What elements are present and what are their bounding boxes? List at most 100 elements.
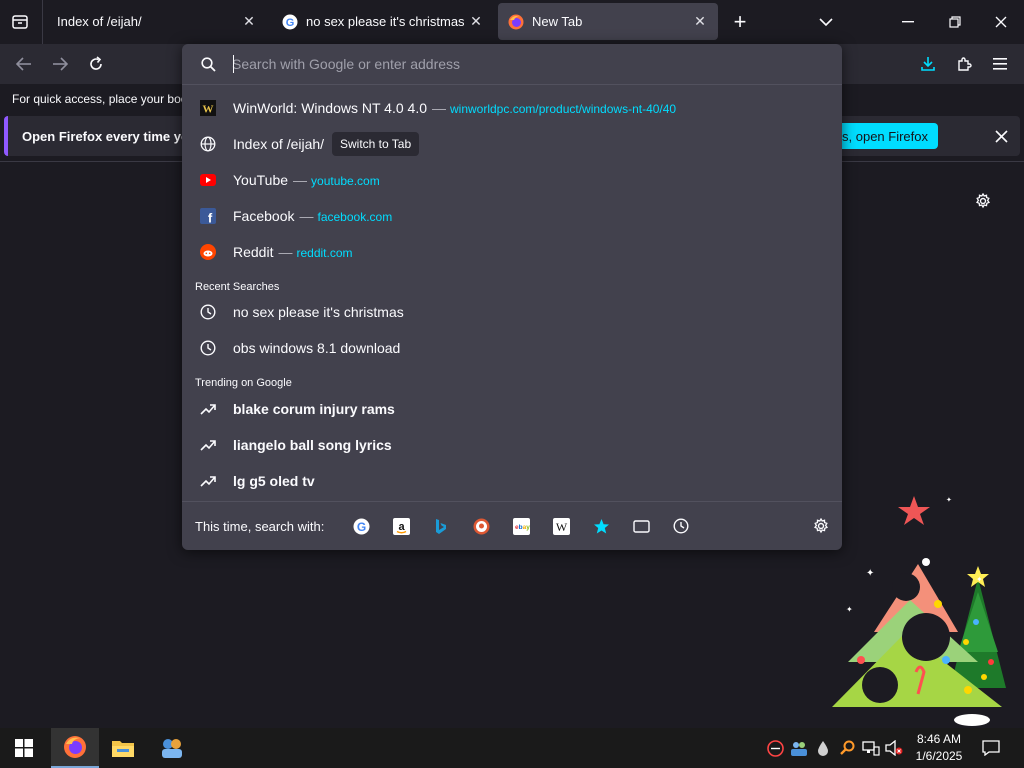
switch-to-tab-label[interactable]: Switch to Tab [332, 132, 420, 156]
reload-button[interactable] [84, 53, 108, 75]
trending-row[interactable]: lg g5 oled tv [182, 463, 842, 499]
forward-button[interactable] [48, 53, 72, 75]
svg-text:✦: ✦ [866, 568, 874, 579]
restore-button[interactable] [943, 11, 967, 33]
trending-arrow-icon [200, 437, 216, 453]
volume-muted-icon[interactable] [885, 739, 903, 757]
taskbar-file-explorer[interactable] [99, 728, 147, 768]
text-caret [233, 55, 234, 73]
result-url: winworldpc.com/product/windows-nt-40/40 [450, 102, 677, 116]
result-row-index-eijah[interactable]: Index of /eijah/ [182, 126, 842, 162]
google-icon: G [282, 14, 298, 30]
duckduckgo-icon[interactable] [471, 516, 491, 536]
newtab-settings-button[interactable] [972, 190, 994, 212]
recent-searches-label: Recent Searches [195, 281, 280, 293]
bookmarks-toolbar-hint: For quick access, place your boo [12, 92, 188, 106]
tray-people-icon[interactable] [790, 739, 808, 757]
tab-index-eijah[interactable]: Index of /eijah/ ✕ [45, 3, 267, 40]
network-icon[interactable] [862, 739, 880, 757]
gear-icon [975, 193, 991, 209]
history-clock-icon [200, 340, 216, 356]
app-people-icon [162, 739, 182, 758]
downloads-button[interactable] [916, 53, 940, 75]
result-title: Reddit [233, 244, 274, 260]
svg-text:ebay: ebay [515, 524, 530, 531]
recent-search-row[interactable]: no sex please it's christmas [182, 294, 842, 330]
result-row-youtube[interactable]: YouTube — youtube.com [182, 162, 842, 198]
trending-text: liangelo ball song lyrics [233, 437, 392, 453]
search-icon [200, 56, 216, 72]
result-url: reddit.com [296, 246, 353, 260]
back-button[interactable] [12, 53, 36, 75]
urlbar-search-input[interactable] [232, 53, 812, 75]
tray-search-icon[interactable] [838, 739, 856, 757]
tab-google-search[interactable]: G no sex please it's christmas - Go ✕ [272, 3, 494, 40]
dismiss-notification-button[interactable] [990, 125, 1012, 147]
arrow-left-icon [16, 57, 31, 71]
result-row-winworld[interactable]: W WinWorld: Windows NT 4.0 4.0 — winworldp… [182, 90, 842, 126]
separator-dash: — [299, 208, 314, 224]
reload-icon [90, 56, 102, 70]
christmas-tree-decoration: ✦ ✦ ✦ ✦ [832, 496, 1006, 726]
minimize-button[interactable] [896, 11, 920, 33]
tab-strip: Index of /eijah/ ✕ G no sex please it's … [0, 0, 1024, 44]
result-row-reddit[interactable]: Reddit — reddit.com [182, 234, 842, 270]
reddit-icon [200, 244, 216, 260]
close-icon [995, 16, 1007, 28]
taskbar-firefox[interactable] [51, 728, 99, 768]
close-icon[interactable]: ✕ [692, 13, 708, 30]
result-title: Index of /eijah/ [233, 136, 325, 152]
result-url: facebook.com [317, 210, 393, 224]
youtube-icon [200, 172, 216, 188]
search-with-label: This time, search with: [195, 519, 325, 534]
minimize-icon [902, 21, 914, 23]
wikipedia-icon[interactable]: W [551, 516, 571, 536]
tab-title: Index of /eijah/ [57, 14, 142, 29]
svg-text:G: G [286, 17, 295, 29]
amazon-icon[interactable]: a [391, 516, 411, 536]
restore-icon [949, 16, 961, 28]
recent-search-row[interactable]: obs windows 8.1 download [182, 330, 842, 366]
app-menu-button[interactable] [988, 53, 1012, 75]
clock-date: 1/6/2025 [915, 749, 963, 763]
history-clock-icon [200, 304, 216, 320]
bing-icon[interactable] [431, 516, 451, 536]
one-off-search-engines: This time, search with: G a ebay W [182, 501, 842, 551]
close-icon[interactable]: ✕ [241, 13, 257, 30]
tab-new-tab[interactable]: New Tab ✕ [498, 3, 718, 40]
start-button[interactable] [0, 728, 48, 768]
tray-droplet-icon[interactable] [814, 739, 832, 757]
firefox-view-button[interactable] [8, 11, 32, 33]
svg-text:a: a [398, 521, 405, 533]
close-window-button[interactable] [989, 11, 1013, 33]
tab-title: New Tab [532, 14, 583, 29]
facebook-icon: f [200, 208, 216, 224]
taskbar-app[interactable] [148, 728, 196, 768]
ebay-icon[interactable]: ebay [511, 516, 531, 536]
taskbar-clock[interactable]: 8:46 AM 1/6/2025 [906, 731, 972, 765]
close-icon[interactable]: ✕ [468, 13, 484, 30]
trending-row[interactable]: liangelo ball song lyrics [182, 427, 842, 463]
action-center-icon[interactable] [982, 739, 1000, 757]
new-tab-button[interactable]: + [728, 9, 752, 34]
tray-app-icon[interactable] [766, 739, 784, 757]
svg-text:W: W [555, 520, 567, 534]
svg-text:✦: ✦ [846, 605, 853, 614]
firefox-icon [64, 736, 86, 758]
arrow-right-icon [53, 57, 68, 71]
list-all-tabs-button[interactable] [814, 11, 838, 33]
trending-row[interactable]: blake corum injury rams [182, 391, 842, 427]
result-row-facebook[interactable]: f Facebook — facebook.com [182, 198, 842, 234]
result-title: YouTube [233, 172, 289, 188]
firefox-view-icon [12, 15, 28, 29]
bookmarks-star-icon[interactable] [591, 516, 611, 536]
download-icon [921, 57, 935, 71]
separator-dash: — [293, 172, 308, 188]
google-icon[interactable]: G [351, 516, 371, 536]
separator-dash: — [278, 244, 293, 260]
tabs-icon[interactable] [631, 516, 651, 536]
clock-time: 8:46 AM [916, 732, 962, 746]
history-icon[interactable] [671, 516, 691, 536]
extensions-button[interactable] [952, 53, 976, 75]
urlbar-input-row [182, 44, 842, 85]
